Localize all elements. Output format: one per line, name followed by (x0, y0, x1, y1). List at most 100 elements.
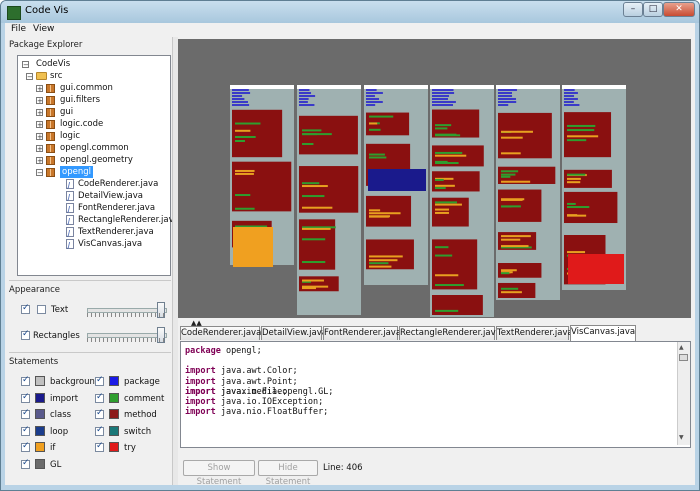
expand-icon[interactable]: + (36, 109, 43, 117)
statement-line (369, 262, 389, 265)
text-checkbox[interactable] (37, 305, 46, 314)
scroll-thumb[interactable] (679, 354, 688, 361)
file-tab[interactable]: FontRenderer.java (323, 326, 401, 340)
method-block (232, 161, 292, 212)
visualization-canvas[interactable] (178, 39, 691, 318)
method-block (366, 239, 414, 270)
menu-file[interactable]: File (11, 24, 26, 34)
statement-color-swatch[interactable] (35, 376, 45, 386)
maximize-button[interactable]: □ (643, 2, 663, 17)
file-tab[interactable]: RectangleRenderer.java (399, 326, 501, 340)
statement-checkbox[interactable] (21, 425, 30, 436)
statement-checkbox[interactable] (95, 392, 104, 403)
tree-label: logic (60, 131, 80, 141)
statement-color-swatch[interactable] (35, 442, 45, 452)
tree-label: RectangleRenderer.java (78, 215, 179, 225)
file-tab[interactable]: DetailView.java (261, 326, 327, 340)
import-line (232, 104, 250, 106)
close-button[interactable]: ✕ (663, 2, 695, 17)
tree-label: TextRenderer.java (78, 227, 154, 237)
statement-checkbox[interactable] (95, 375, 104, 386)
file-header (230, 85, 294, 89)
collapse-icon[interactable]: − (22, 61, 29, 69)
statement-line (235, 135, 256, 138)
statement-color-swatch[interactable] (35, 392, 45, 403)
keyword: package (185, 346, 221, 356)
rectangles-checkbox[interactable] (21, 329, 30, 340)
collapse-icon[interactable]: − (26, 73, 33, 81)
code-line: java.awt.Point; (215, 376, 298, 387)
code-text[interactable]: package opengl; import java.awt.Color; im… (185, 346, 333, 417)
hide-statement-button[interactable]: Hide Statement (258, 460, 318, 487)
statement-checkbox[interactable] (21, 441, 30, 452)
scroll-down-icon[interactable]: ▼ (679, 434, 684, 441)
import-line (366, 92, 383, 94)
tree-label: CodeRenderer.java (78, 179, 159, 189)
statement-checkbox[interactable] (95, 408, 104, 419)
statement-checkbox[interactable] (21, 408, 30, 419)
statement-color-swatch[interactable] (109, 409, 119, 419)
statement-line (235, 194, 251, 197)
statement-color-swatch[interactable] (35, 458, 45, 469)
import-line (498, 92, 513, 94)
statement-line (435, 124, 452, 127)
statement-color-swatch[interactable] (35, 425, 45, 436)
code-editor[interactable]: package opengl; import java.awt.Color; im… (180, 341, 691, 448)
statement-line (235, 140, 245, 143)
package-tree[interactable]: − CodeVis − src + gui.common + gui.filters +… (17, 55, 179, 276)
minimize-button[interactable]: – (623, 2, 643, 17)
statement-checkbox[interactable] (95, 425, 104, 436)
code-visualization (230, 85, 626, 317)
main-area: Package Explorer − CodeVis − src + gui.co… (5, 37, 695, 487)
statement-label: loop (50, 426, 69, 437)
expand-icon[interactable]: + (36, 133, 43, 141)
statement-color-swatch[interactable] (35, 409, 45, 419)
statement-line (235, 169, 255, 172)
statement-label: comment (124, 393, 165, 404)
show-statement-button[interactable]: Show Statement (183, 460, 255, 487)
statement-line (435, 274, 459, 277)
java-file-icon (66, 203, 74, 215)
file-header (297, 85, 361, 89)
file-tab[interactable]: TextRenderer.java (496, 326, 573, 340)
import-line (498, 104, 509, 106)
collapse-icon[interactable]: − (36, 169, 43, 177)
statement-color-swatch[interactable] (109, 376, 119, 386)
tree-label: gui.common (60, 83, 113, 93)
statement-color-swatch[interactable] (109, 442, 119, 452)
editor-vertical-scrollbar[interactable]: ▲ ▼ (677, 342, 690, 445)
expand-icon[interactable]: + (36, 145, 43, 153)
text-size-slider[interactable] (87, 302, 167, 318)
scroll-up-icon[interactable]: ▲ (679, 344, 684, 351)
expand-icon[interactable]: + (36, 97, 43, 105)
import-line (299, 101, 308, 103)
statement-line (501, 272, 510, 275)
expand-icon[interactable]: + (36, 157, 43, 165)
statement-line (369, 212, 401, 215)
separator (9, 280, 171, 281)
statement-label: switch (124, 426, 152, 437)
file-tab[interactable]: VisCanvas.java (570, 325, 636, 341)
import-line (232, 95, 243, 97)
folder-icon (36, 72, 47, 80)
statement-color-swatch[interactable] (109, 392, 119, 403)
import-line (299, 95, 316, 97)
statement-checkbox[interactable] (21, 392, 30, 403)
app-window: Code Vis – □ ✕ File View Package Explore… (0, 0, 700, 491)
text-toggle-checkbox[interactable] (21, 303, 30, 314)
statement-line (369, 259, 398, 262)
statement-checkbox[interactable] (95, 441, 104, 452)
file-tabs: CodeRenderer.java DetailView.java FontRend… (180, 325, 690, 341)
menu-view[interactable]: View (33, 24, 54, 34)
keyword: import (185, 386, 216, 397)
statement-color-swatch[interactable] (109, 425, 119, 436)
expand-icon[interactable]: + (36, 85, 43, 93)
statement-checkbox[interactable] (21, 458, 30, 469)
rectangles-size-slider[interactable] (87, 327, 167, 343)
expand-icon[interactable]: + (36, 121, 43, 129)
file-tab[interactable]: CodeRenderer.java (180, 326, 261, 340)
statement-line (369, 122, 378, 125)
statement-checkbox[interactable] (21, 375, 30, 386)
statement-line (435, 178, 444, 181)
java-file-icon (66, 191, 74, 203)
